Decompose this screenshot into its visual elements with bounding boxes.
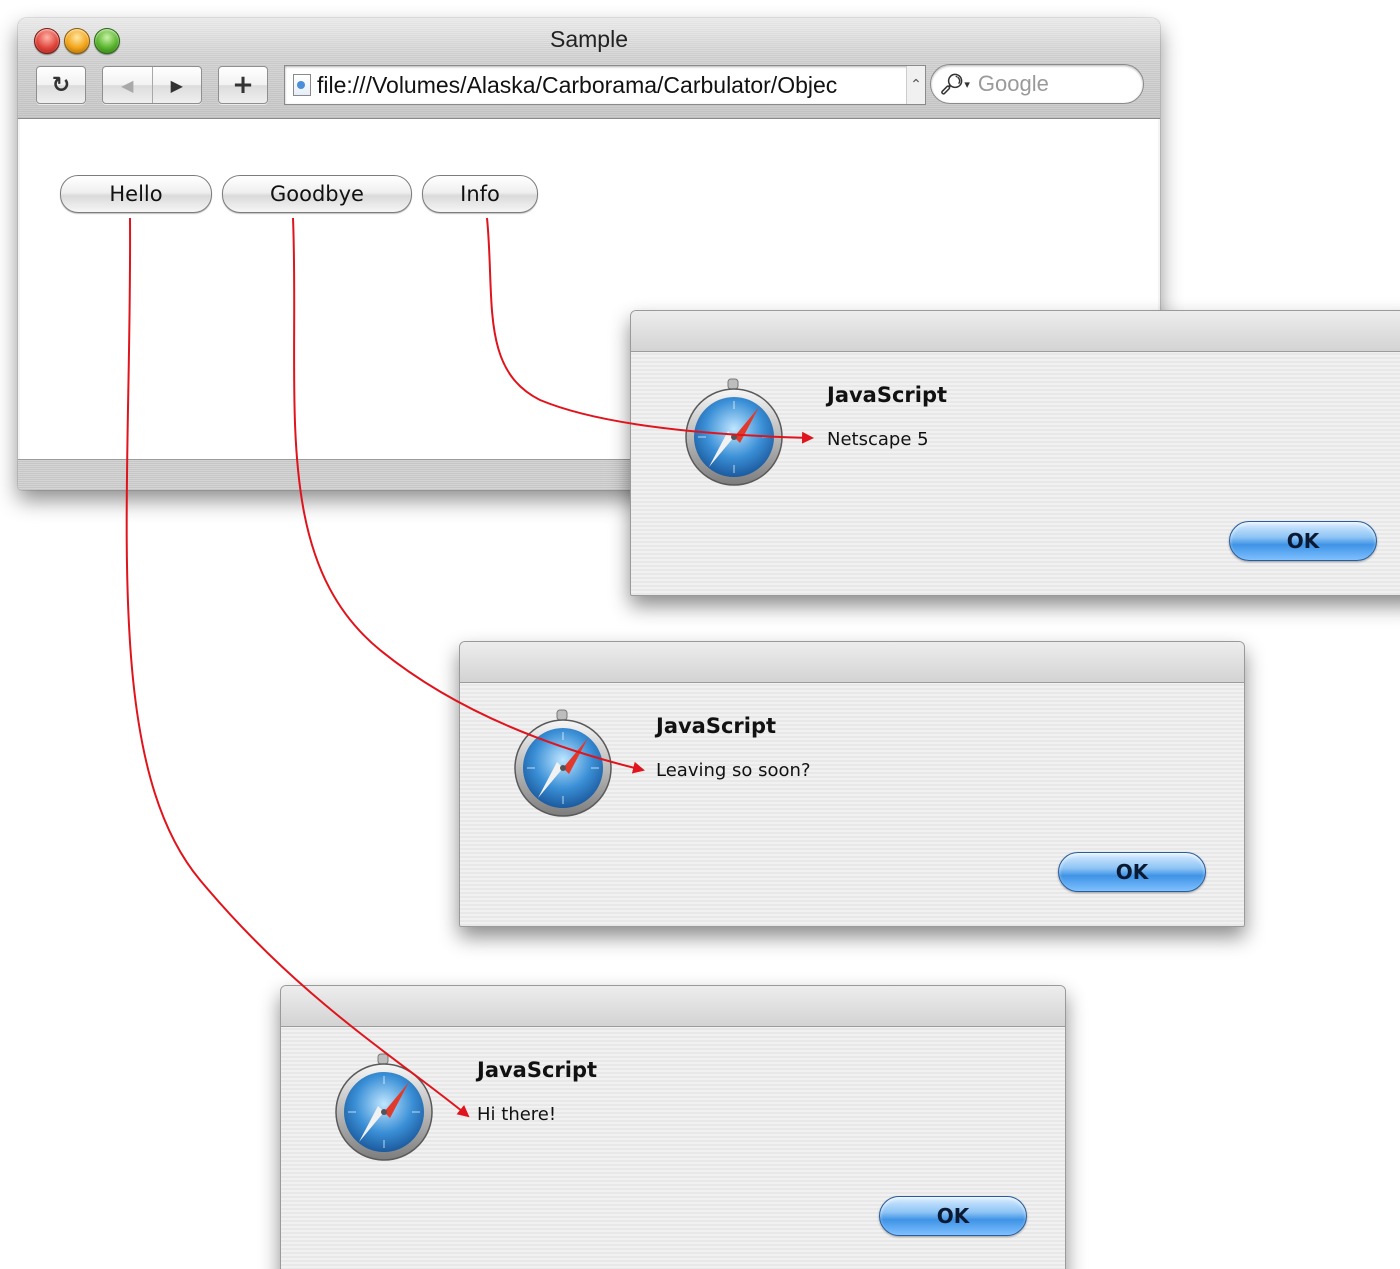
chevron-down-icon[interactable]: ▾ [964,78,970,91]
safari-compass-icon [335,1053,433,1161]
ok-button[interactable]: OK [1229,521,1377,561]
page-icon [293,74,311,96]
forward-button[interactable]: ▶ [153,67,202,103]
dialog-heading: JavaScript [827,383,948,407]
search-field[interactable]: 🔎︎ ▾ Google [930,64,1144,104]
window-title: Sample [550,26,628,52]
safari-compass-icon [514,709,612,817]
browser-titlebar: Sample ↻ ◀ ▶ + file:///Volumes/Alaska/Ca… [18,18,1160,119]
address-text: file:///Volumes/Alaska/Carborama/Carbula… [317,71,838,98]
back-forward-buttons: ◀ ▶ [102,66,202,104]
info-button[interactable]: Info [422,175,538,213]
alert-dialog-info: JavaScript Netscape 5 OK [630,310,1400,596]
dialog-message: Hi there! [477,1104,557,1125]
alert-dialog-goodbye: JavaScript Leaving so soon? OK [459,641,1245,927]
screenshot-stage: Sample ↻ ◀ ▶ + file:///Volumes/Alaska/Ca… [0,0,1400,1269]
hello-button[interactable]: Hello [60,175,212,213]
back-button[interactable]: ◀ [103,67,153,103]
forward-arrow-icon: ▶ [170,75,183,95]
search-placeholder: Google [977,71,1049,96]
dialog-message: Leaving so soon? [656,760,811,781]
reload-button[interactable]: ↻ [36,66,86,104]
plus-icon: + [232,70,254,100]
dialog-titlebar [631,311,1400,352]
goodbye-button[interactable]: Goodbye [222,175,412,213]
dialog-heading: JavaScript [656,714,777,738]
dialog-heading: JavaScript [477,1058,598,1082]
safari-compass-icon [685,378,783,486]
dialog-titlebar [281,986,1065,1027]
address-bar[interactable]: file:///Volumes/Alaska/Carborama/Carbula… [284,65,926,105]
add-bookmark-button[interactable]: + [218,66,268,104]
dialog-titlebar [460,642,1244,683]
alert-dialog-hello: JavaScript Hi there! OK [280,985,1066,1269]
ok-button[interactable]: OK [879,1196,1027,1236]
address-scroll-icon[interactable]: ⌃ [906,66,925,104]
dialog-message: Netscape 5 [827,429,929,450]
ok-button[interactable]: OK [1058,852,1206,892]
reload-icon: ↻ [51,72,71,98]
search-icon[interactable]: 🔎︎ [939,72,964,96]
back-arrow-icon: ◀ [121,75,134,95]
